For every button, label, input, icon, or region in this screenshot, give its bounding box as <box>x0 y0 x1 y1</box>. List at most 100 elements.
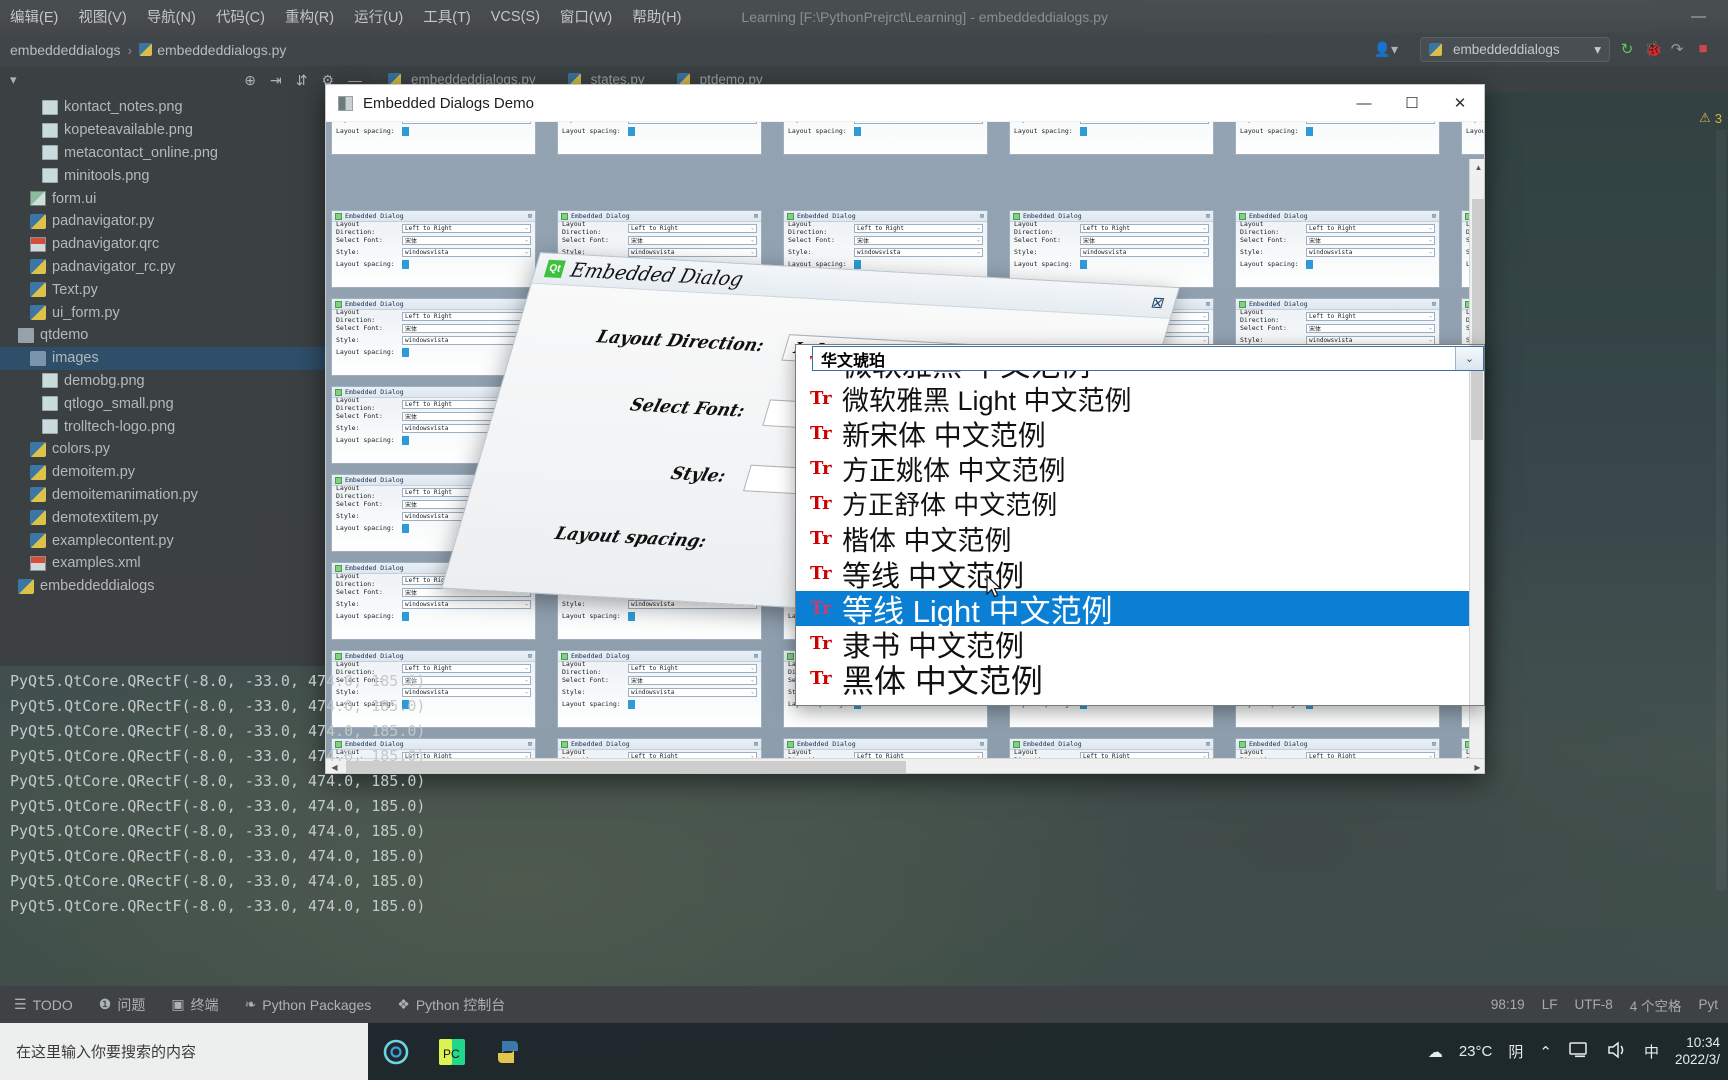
tree-item[interactable]: examples.xml <box>0 552 372 575</box>
font-combobox-editor[interactable]: 华文琥珀 ⌄ <box>812 346 1484 371</box>
font-option[interactable]: Tr 楷体 中文范例 <box>796 521 1484 556</box>
card-combobox[interactable]: 宋体 ⌄ <box>854 235 983 245</box>
card-combobox[interactable]: 宋体 ⌄ <box>402 235 531 245</box>
card-spacing-slider[interactable] <box>402 435 409 445</box>
embedded-dialog-card[interactable]: Embedded Dialog⊠Layout Direction:Left to… <box>331 122 536 155</box>
user-account-button[interactable]: 👤▾ <box>1374 41 1398 58</box>
card-close-icon[interactable]: ⊠ <box>1432 212 1436 220</box>
locate-icon[interactable]: ⊕ <box>244 72 256 89</box>
embedded-dialog-card[interactable]: Embedded Dialog⊠Layout Direction:Left to… <box>1009 210 1214 288</box>
taskbar-python-app-icon[interactable] <box>480 1023 536 1080</box>
card-close-icon[interactable]: ⊠ <box>980 212 984 220</box>
menu-item-help[interactable]: 帮助(H) <box>622 6 691 27</box>
menu-item-navigate[interactable]: 导航(N) <box>137 6 206 27</box>
card-combobox[interactable]: windowsvista⌄ <box>402 335 531 345</box>
menu-item-code[interactable]: 代码(C) <box>206 6 275 27</box>
scroll-up-arrow[interactable]: ▲ <box>1470 159 1484 176</box>
tree-item[interactable]: qtlogo_small.png <box>0 392 372 415</box>
qt-close-button[interactable]: ✕ <box>1436 85 1484 122</box>
taskbar-cortana-icon[interactable] <box>368 1023 424 1080</box>
weather-description[interactable]: 阴 <box>1508 1041 1523 1062</box>
card-combobox[interactable]: Left to Right⌄ <box>402 223 531 233</box>
font-option[interactable]: Tr 微软雅黑 Light 中文范例 <box>796 381 1484 416</box>
card-combobox[interactable]: windowsvista⌄ <box>628 122 757 124</box>
tool-button-python-console[interactable]: ❖ Python 控制台 <box>397 995 505 1015</box>
card-close-icon[interactable]: ⊠ <box>1206 212 1210 220</box>
ide-minimize-button[interactable]: — <box>1691 8 1706 25</box>
card-combobox[interactable]: windowsvista⌄ <box>1306 247 1435 257</box>
collapse-chevron-icon[interactable]: ▾ <box>10 72 17 88</box>
qt-minimize-button[interactable]: — <box>1340 85 1388 122</box>
card-close-icon[interactable]: ⊠ <box>1206 300 1210 308</box>
card-spacing-slider[interactable] <box>402 611 409 621</box>
run-button[interactable]: ↻ <box>1618 40 1636 58</box>
tree-item[interactable]: minitools.png <box>0 164 372 187</box>
tree-item[interactable]: form.ui <box>0 187 372 210</box>
tree-item[interactable]: trolltech-logo.png <box>0 415 372 438</box>
card-spacing-slider[interactable] <box>402 126 409 136</box>
tree-item[interactable]: padnavigator.py <box>0 210 372 233</box>
card-combobox[interactable]: Left to Right⌄ <box>1080 223 1209 233</box>
card-spacing-slider[interactable] <box>1306 259 1313 269</box>
card-combobox[interactable]: Left to Right⌄ <box>402 311 531 321</box>
weather-temperature[interactable]: 23°C <box>1459 1043 1493 1060</box>
embedded-dialog-card[interactable]: Embedded Dialog⊠Layout Direction:Left to… <box>1009 122 1214 155</box>
menu-item-refactor[interactable]: 重构(R) <box>275 6 344 27</box>
weather-icon[interactable]: ☁ <box>1428 1043 1443 1061</box>
embedded-dialog-card[interactable]: Embedded Dialog⊠Layout Direction:Left to… <box>557 122 762 155</box>
card-combobox[interactable]: windowsvista⌄ <box>854 247 983 257</box>
menu-item-view[interactable]: 视图(V) <box>68 6 136 27</box>
card-combobox[interactable]: windowsvista⌄ <box>402 247 531 257</box>
tool-button-problems[interactable]: ❶ 问题 <box>99 995 146 1015</box>
font-option[interactable]: Tr 等线 Light 中文范例 <box>796 591 1484 629</box>
card-close-icon[interactable]: ⊠ <box>528 212 532 220</box>
card-combobox[interactable]: windowsvista⌄ <box>628 247 757 257</box>
card-spacing-slider[interactable] <box>628 126 635 136</box>
font-option[interactable]: Tr 新宋体 中文范例 <box>796 416 1484 451</box>
run-configuration-selector[interactable]: embeddeddialogs ▾ <box>1420 37 1610 62</box>
card-close-icon[interactable]: ⊠ <box>754 212 758 220</box>
card-combobox[interactable]: windowsvista⌄ <box>854 122 983 124</box>
tree-item[interactable]: demotextitem.py <box>0 506 372 529</box>
font-option-list[interactable]: Tr微软雅黑 中文范例Tr微软雅黑 Light 中文范例Tr新宋体 中文范例Tr… <box>796 345 1484 699</box>
tray-expand-chevron-icon[interactable]: ⌃ <box>1539 1043 1552 1061</box>
menu-item-tools[interactable]: 工具(T) <box>413 6 481 27</box>
card-combobox[interactable]: windowsvista⌄ <box>1306 122 1435 124</box>
qt-window-title-bar[interactable]: Embedded Dialogs Demo — ☐ ✕ <box>326 85 1484 122</box>
run-console-output[interactable]: PyQt5.QtCore.QRectF(-8.0, -33.0, 474.0, … <box>0 666 1728 986</box>
tree-item[interactable]: embeddeddialogs <box>0 575 372 598</box>
card-spacing-slider[interactable] <box>402 259 409 269</box>
card-combobox[interactable]: 宋体 ⌄ <box>1306 323 1435 333</box>
menu-item-run[interactable]: 运行(U) <box>344 6 413 27</box>
tree-item[interactable]: padnavigator.qrc <box>0 233 372 256</box>
collapse-all-icon[interactable]: ⇵ <box>296 72 308 89</box>
card-combobox[interactable]: Left to Right⌄ <box>628 223 757 233</box>
font-dropdown-popup[interactable]: Tr微软雅黑 中文范例Tr微软雅黑 Light 中文范例Tr新宋体 中文范例Tr… <box>795 344 1485 706</box>
card-spacing-slider[interactable] <box>1080 126 1087 136</box>
tool-button-todo[interactable]: ☰ TODO <box>14 996 73 1013</box>
inspection-status-badge[interactable]: ⚠ 3 <box>1699 110 1722 126</box>
tree-item[interactable]: examplecontent.py <box>0 529 372 552</box>
card-spacing-slider[interactable] <box>1306 126 1313 136</box>
taskbar-search-input[interactable]: 在这里输入你要搜索的内容 <box>0 1023 368 1080</box>
tree-item[interactable]: demoitemanimation.py <box>0 484 372 507</box>
tree-item[interactable]: colors.py <box>0 438 372 461</box>
card-close-icon[interactable]: ⊠ <box>1432 300 1436 308</box>
tree-item[interactable]: images <box>0 346 372 370</box>
card-spacing-slider[interactable] <box>402 347 409 357</box>
font-popup-scrollbar[interactable] <box>1469 345 1484 705</box>
embedded-dialog-card[interactable]: Embedded Dialog⊠Layout Direction:Left to… <box>783 122 988 155</box>
breadcrumb-file[interactable]: embeddeddialogs.py <box>157 42 286 58</box>
card-combobox[interactable]: windowsvista⌄ <box>1080 247 1209 257</box>
tree-item[interactable]: kopeteavailable.png <box>0 119 372 142</box>
card-close-icon[interactable]: ⊠ <box>528 652 532 660</box>
embedded-dialog-card[interactable]: Embedded Dialog⊠Layout Direction:Left to… <box>331 210 536 288</box>
menu-item-edit[interactable]: 编辑(E) <box>0 6 68 27</box>
font-option[interactable]: Tr 方正姚体 中文范例 <box>796 451 1484 486</box>
card-combobox[interactable]: Left to Right⌄ <box>854 223 983 233</box>
font-option[interactable]: Tr 方正舒体 中文范例 <box>796 486 1484 521</box>
tree-item[interactable]: kontact_notes.png <box>0 96 372 119</box>
card-combobox[interactable]: windowsvista⌄ <box>1080 122 1209 124</box>
card-combobox[interactable]: Left to Right⌄ <box>1306 223 1435 233</box>
font-option[interactable]: Tr 黑体 中文范例 <box>796 661 1484 699</box>
